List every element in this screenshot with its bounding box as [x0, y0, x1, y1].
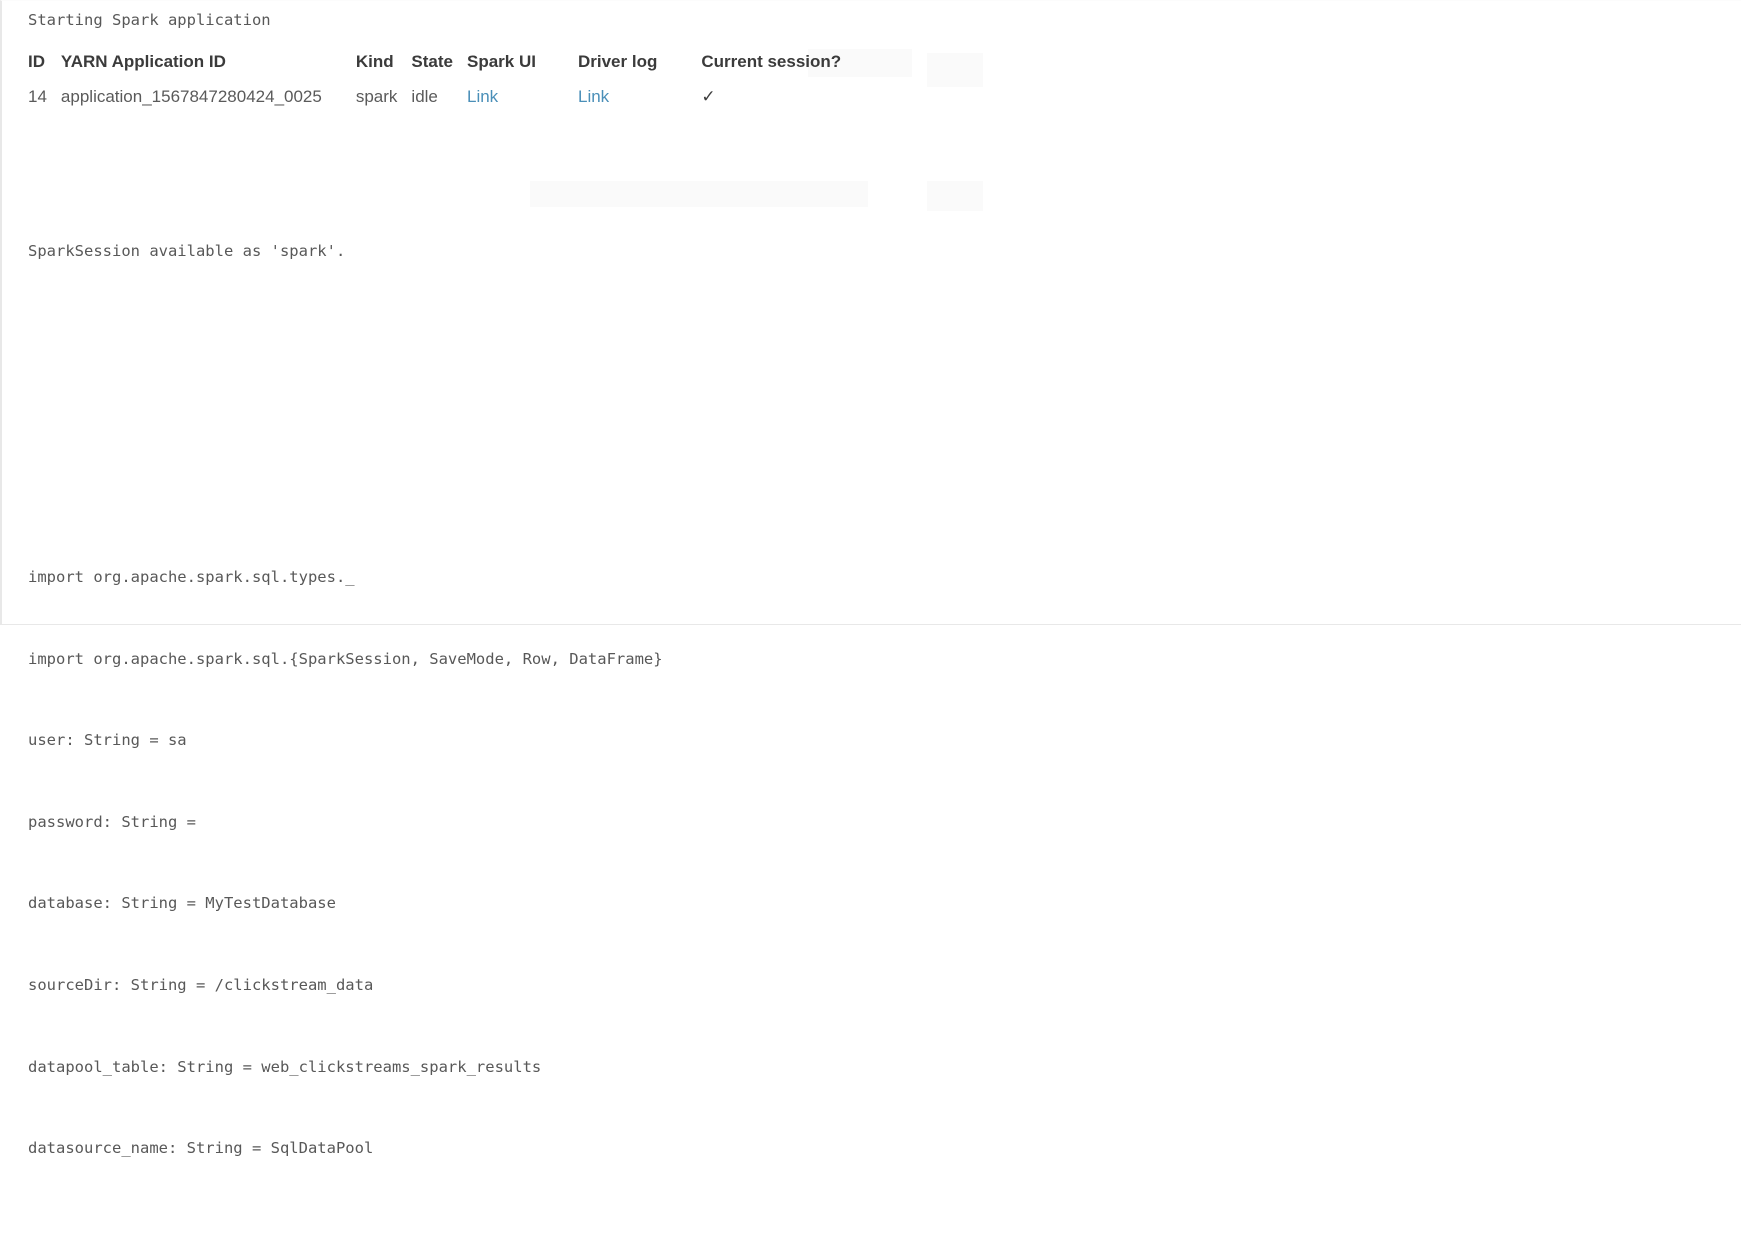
cell-spark-ui: Link — [467, 75, 578, 110]
column-header-state: State — [411, 52, 453, 71]
column-header-driver-log: Driver log — [577, 52, 658, 71]
console-line: import org.apache.spark.sql.{SparkSessio… — [28, 649, 663, 668]
spark-session-available-line: SparkSession available as 'spark'. — [28, 241, 346, 260]
ghost-block-header-far-right — [927, 53, 983, 87]
cell-state: idle — [411, 87, 438, 106]
spark-ui-link[interactable]: Link — [467, 87, 498, 106]
repl-binding-lines: import org.apache.spark.sql.types._ impo… — [28, 510, 1484, 1217]
column-header-kind: Kind — [355, 52, 394, 71]
console-line: datapool_table: String = web_clickstream… — [28, 1057, 542, 1076]
console-output-stream: SparkSession available as 'spark'. impor… — [28, 156, 1484, 1250]
cell-yarn-application-id: application_1567847280424_0025 — [60, 87, 322, 106]
check-icon: ✓ — [701, 87, 716, 106]
cell-driver-log: Link — [578, 75, 701, 110]
driver-log-link[interactable]: Link — [578, 87, 609, 106]
console-line: password: String = — [28, 812, 196, 831]
column-header-id: ID — [28, 52, 45, 71]
console-line: datasource_name: String = SqlDataPool — [28, 1139, 374, 1158]
spark-session-table: ID YARN Application ID Kind State Spark … — [28, 49, 857, 110]
column-header-current-session: Current session? — [701, 52, 842, 71]
console-line: import org.apache.spark.sql.types._ — [28, 568, 355, 586]
spark-output-cell: Starting Spark application ID YARN Appli… — [0, 0, 1741, 1157]
cell-current-session: ✓ — [701, 75, 857, 110]
cell-id: 14 — [28, 87, 47, 106]
cell-kind: spark — [355, 87, 398, 106]
column-header-yarn-application-id: YARN Application ID — [60, 52, 226, 71]
console-line: sourceDir: String = /clickstream_data — [28, 975, 374, 994]
table-header-row: ID YARN Application ID Kind State Spark … — [28, 49, 857, 75]
console-line: user: String = sa — [28, 731, 187, 750]
console-line: database: String = MyTestDatabase — [28, 894, 336, 913]
column-header-spark-ui: Spark UI — [467, 52, 536, 71]
starting-spark-application-message: Starting Spark application — [28, 11, 271, 29]
table-row: 14 application_1567847280424_0025 spark … — [28, 75, 857, 110]
